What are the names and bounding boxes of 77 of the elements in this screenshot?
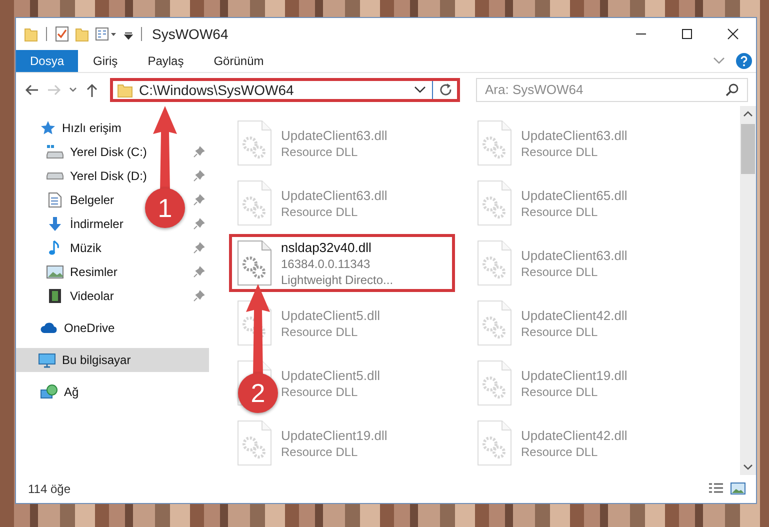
file-detail: 16384.0.0.11343 [281,256,372,270]
file-detail: Resource DLL [281,324,359,338]
cloud-icon [40,320,58,336]
large-icons-view-icon[interactable] [730,482,746,496]
network-icon [40,384,58,400]
file-name: UpdateClient63.dll [281,188,388,202]
pin-icon[interactable] [193,194,205,206]
file-detail: Resource DLL [281,384,359,398]
sidebar-item[interactable]: Yerel Disk (C:) [16,140,149,164]
window-title: SysWOW64 [152,26,228,42]
pin-icon[interactable] [193,242,205,254]
file-name: UpdateClient63.dll [521,128,628,142]
file-detail: Resource DLL [281,444,359,458]
scrollbar-thumb[interactable] [741,124,755,174]
download-arrow-icon [46,216,64,232]
file-detail: Resource DLL [521,324,599,338]
file-name: UpdateClient19.dll [281,428,388,442]
file-detail: Lightweight Directo... [281,272,394,286]
checklist-icon[interactable] [55,26,69,42]
sidebar-item[interactable]: İndirmeler [16,212,126,236]
ribbon-tab[interactable]: Giriş [78,50,133,72]
highlighted-file-tile[interactable]: nsldap32v40.dll 16384.0.0.11343 Lightweight Directo... [229,234,455,292]
sidebar-item[interactable]: OneDrive [16,316,209,340]
document-icon [46,192,64,208]
address-field[interactable]: C:\Windows\SysWOW64 [110,78,460,102]
file-name: UpdateClient19.dll [521,368,628,382]
expand-ribbon-icon[interactable] [712,56,726,66]
file-detail: Resource DLL [521,204,599,218]
file-detail: Resource DLL [521,264,599,278]
ribbon-tab[interactable]: Paylaş [132,50,199,72]
sidebar-item[interactable]: Resimler [16,260,120,284]
star-icon [40,120,56,136]
drive-icon [46,172,64,180]
properties-dropdown-icon[interactable] [95,26,117,42]
scroll-down-icon[interactable] [743,463,753,471]
scrollbar[interactable] [740,106,756,475]
sidebar-item[interactable]: Belgeler [16,188,116,212]
file-name: UpdateClient5.dll [281,368,380,382]
film-icon [46,288,64,304]
drive-icon [46,144,64,160]
dropdown-caret-icon[interactable] [414,84,426,94]
file-name: UpdateClient63.dll [521,248,628,262]
sidebar-item[interactable]: Ağ [16,380,209,404]
file-name: UpdateClient42.dll [521,428,628,442]
folder-icon [117,82,133,98]
ribbon-tab[interactable]: Görünüm [198,50,279,72]
maximize-icon [681,28,693,40]
sidebar-item[interactable]: Hızlı erişim [16,116,209,140]
pin-icon[interactable] [193,266,205,278]
pin-icon[interactable] [193,218,205,230]
pin-icon[interactable] [193,146,205,158]
file-name: UpdateClient5.dll [281,308,380,322]
picture-icon [46,264,64,280]
file-name: UpdateClient42.dll [521,308,628,322]
file-detail: Resource DLL [521,444,599,458]
sidebar-item[interactable]: Bu bilgisayar [16,348,209,372]
help-icon[interactable] [736,53,752,69]
file-name: UpdateClient65.dll [521,188,628,202]
scroll-up-icon[interactable] [743,110,753,118]
file-detail: Resource DLL [281,204,359,218]
monitor-icon [38,352,56,368]
pin-icon[interactable] [193,170,205,182]
sidebar-item[interactable]: Yerel Disk (D:) [16,164,149,188]
search-icon [725,82,739,96]
file-detail: Resource DLL [281,144,359,158]
close-icon [727,28,739,40]
sidebar-item[interactable]: Videolar [16,284,116,308]
ribbon-tab[interactable]: Dosya [16,50,78,72]
file-detail: Resource DLL [521,384,599,398]
item-count: 114 öğe [28,482,70,496]
sidebar-item[interactable]: Müzik [16,236,104,260]
file-detail: Resource DLL [521,144,599,158]
pin-icon[interactable] [193,290,205,302]
up-arrow-icon[interactable] [84,82,100,98]
refresh-icon[interactable] [439,82,453,96]
file-name: nsldap32v40.dll [281,240,372,254]
file-name: UpdateClient63.dll [281,128,388,142]
